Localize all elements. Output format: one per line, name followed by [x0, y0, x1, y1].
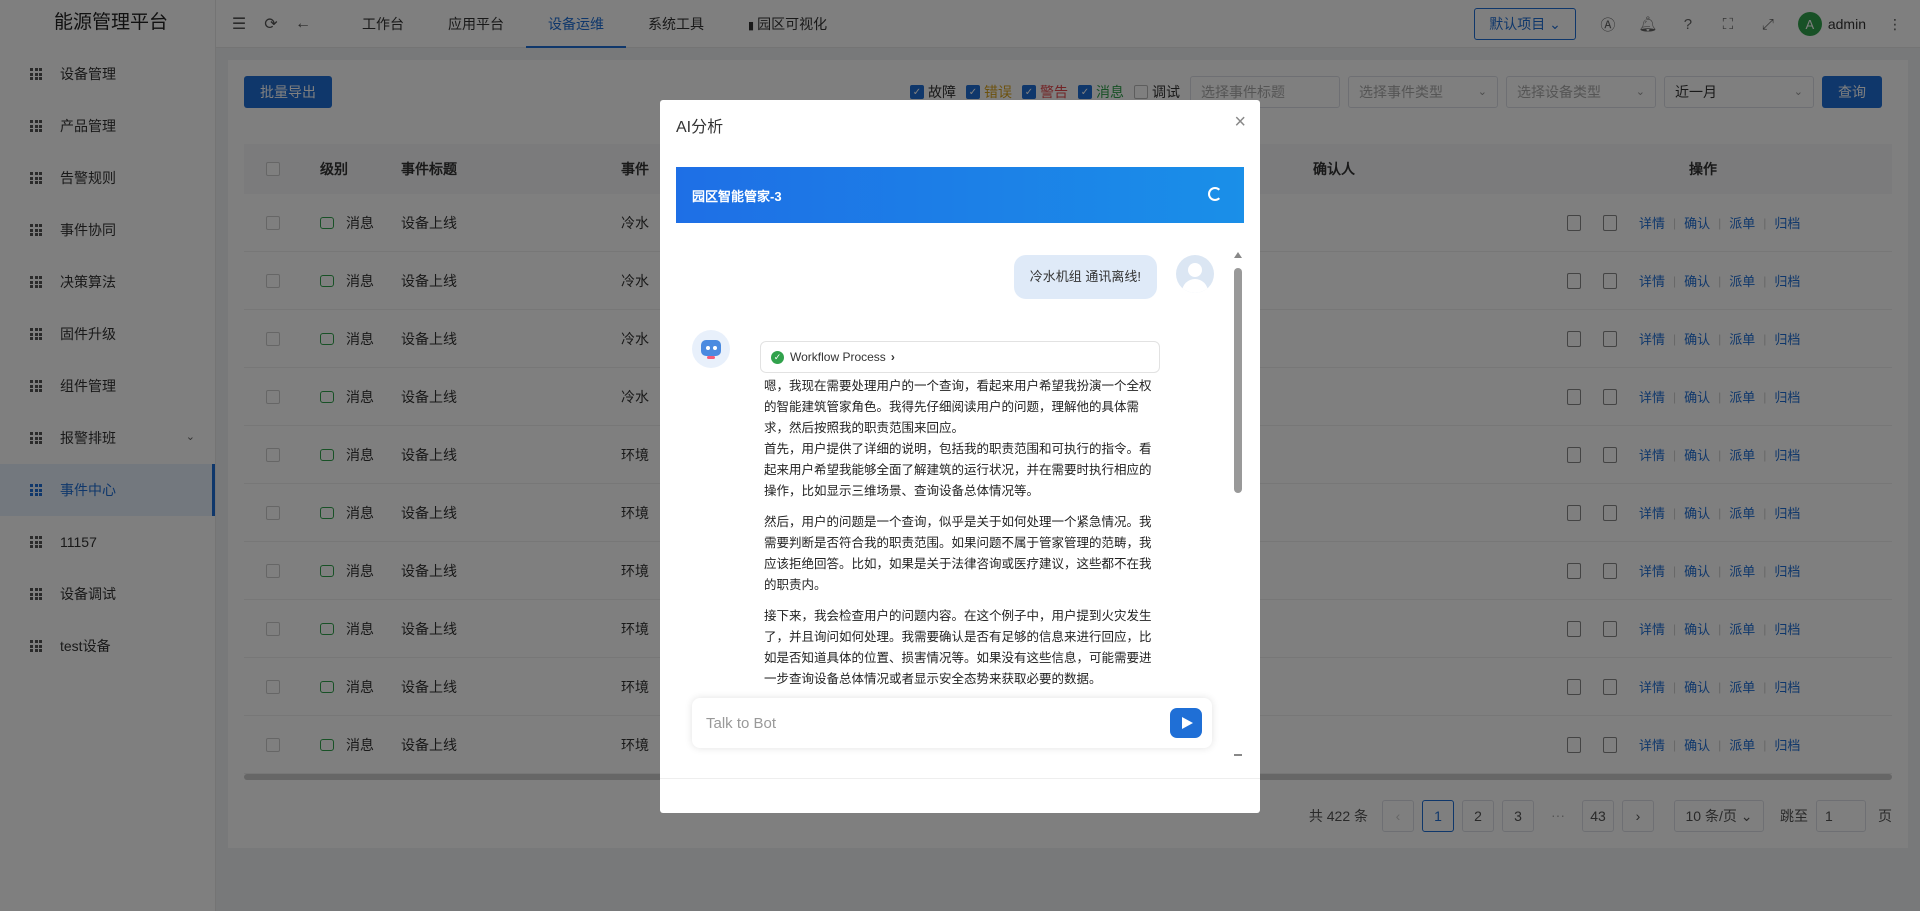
scrollbar-thumb[interactable]: [1234, 268, 1242, 493]
user-message-bubble: 冷水机组 通讯离线!: [1013, 255, 1157, 299]
bot-message: 嗯，我现在需要处理用户的一个查询，看起来用户希望我扮演一个全权的智能建筑管家角色…: [764, 376, 1160, 700]
chat-input-box: [692, 698, 1212, 748]
bot-name: 园区智能管家-3: [692, 189, 782, 204]
chat-input[interactable]: [706, 710, 1146, 736]
bot-header: 园区智能管家-3: [676, 167, 1244, 223]
send-icon: [1181, 717, 1193, 729]
scroll-down-arrow-icon[interactable]: [1234, 754, 1242, 756]
bot-paragraph: 接下来，我会检查用户的问题内容。在这个例子中，用户提到火灾发生了，并且询问如何处…: [764, 609, 1152, 686]
bot-paragraph: 嗯，我现在需要处理用户的一个查询，看起来用户希望我扮演一个全权的智能建筑管家角色…: [764, 379, 1152, 435]
dialog-title: AI分析: [676, 119, 724, 136]
bot-paragraph: 然后，用户的问题是一个查询，似乎是关于如何处理一个紧急情况。我需要判断是否符合我…: [764, 515, 1152, 592]
close-icon[interactable]: ×: [1234, 112, 1246, 132]
bot-avatar-icon: [692, 330, 730, 368]
user-avatar-icon: [1176, 255, 1214, 293]
workflow-process-toggle[interactable]: ✓ Workflow Process ›: [760, 341, 1160, 373]
chat-area: 冷水机组 通讯离线! ✓ Workflow Process › 嗯，我现在需要处…: [676, 223, 1244, 768]
scroll-up-arrow-icon[interactable]: [1234, 252, 1242, 258]
check-circle-icon: ✓: [771, 350, 784, 364]
refresh-icon[interactable]: [1208, 187, 1222, 201]
send-button[interactable]: [1170, 708, 1202, 738]
bot-paragraph: 首先，用户提供了详细的说明，包括我的职责范围和可执行的指令。看起来用户希望我能够…: [764, 442, 1152, 498]
chevron-right-icon: ›: [890, 350, 895, 364]
ai-analysis-dialog: AI分析 × 园区智能管家-3 冷水机组 通讯离线! ✓ Workflow Pr…: [660, 100, 1260, 813]
chat-scrollbar[interactable]: [1234, 252, 1242, 756]
dialog-divider: [660, 778, 1260, 779]
workflow-label: Workflow Process: [790, 350, 886, 364]
